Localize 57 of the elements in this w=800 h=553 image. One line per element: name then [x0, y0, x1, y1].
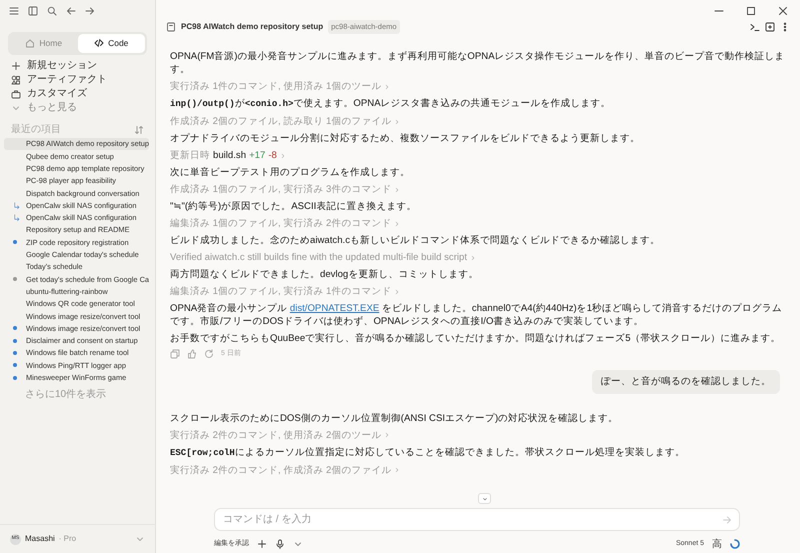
message-text: 次に単音ビープテスト用のプログラムを作成します。	[170, 166, 411, 179]
microphone-icon[interactable]	[275, 539, 285, 549]
chevron-right-icon	[394, 118, 400, 124]
panel-icon[interactable]	[765, 22, 775, 32]
document-icon	[166, 22, 176, 32]
sort-icon[interactable]	[134, 124, 144, 135]
chevron-right-icon	[394, 467, 400, 474]
chevron-right-icon	[384, 84, 390, 90]
chevron-right-icon	[384, 432, 390, 438]
prompt-field[interactable]: コマンドは / を入力	[214, 508, 740, 531]
message-text: ESC[row;colHによるカーソル位置指定に対応していることを確認できました。帯状スクロール処理を実装します。	[170, 446, 686, 460]
message-text: スクロール表示のためにDOS側のカーソル位置制御(ANSI CSIエスケープ)の対応状況を確認します。	[170, 412, 620, 425]
chevron-right-icon	[394, 220, 400, 226]
back-arrow-icon[interactable]	[66, 6, 76, 16]
user-message: ぽー、と音が鳴るのを確認しました。	[592, 370, 780, 394]
chevron-right-icon	[280, 152, 286, 158]
terminal-icon[interactable]	[750, 22, 760, 32]
effort-selector[interactable]: 高	[712, 536, 722, 552]
search-icon[interactable]	[47, 6, 57, 16]
bag-icon	[11, 88, 21, 99]
chevron-right-icon	[470, 254, 476, 260]
progress-icon	[730, 539, 740, 549]
user-name: Masashi	[25, 533, 55, 545]
section-label: 最近の項目	[11, 124, 61, 135]
send-icon	[722, 515, 732, 525]
menu-icon[interactable]	[9, 6, 19, 16]
message-text: inp()/outp()が<conio.h>で使えます。OPNAレジスタ書き込みの共通モジュールを作成します。	[170, 97, 612, 111]
message-text: ビルド成功しました。念のためaiwatch.cも新しいビルドコマンド体系で問題なくビルドできるか確認します。	[170, 234, 661, 247]
conversation-title: PC98 AIWatch demo repository setup	[181, 21, 324, 33]
plan-label: · Pro	[58, 533, 76, 545]
file-link[interactable]: dist/OPNATEST.EXE	[290, 303, 380, 314]
chevron-down-icon	[482, 496, 488, 502]
message-text: オプナドライバのモジュール分割に対応するため、複数ソースファイルをビルドできるよう更新します。	[170, 132, 641, 145]
chevron-right-icon	[394, 288, 400, 294]
plus-icon	[11, 60, 21, 71]
sidebar-toggle-icon[interactable]	[28, 6, 38, 16]
code-icon	[94, 38, 104, 48]
message-text: OPNA(FM音源)の最小発音サンプルに進みます。まず再利用可能なOPNAレジスタ操作モジュールを作り、単音のビープ音で動作検証します。	[170, 50, 786, 76]
thumbs-up-icon[interactable]	[187, 349, 197, 360]
chevron-right-icon	[394, 186, 400, 192]
message-text: "≒"(約等号)が原因でした。ASCII表記に置き換えます。	[170, 200, 418, 213]
message-text: OPNA発音の最小サンプル dist/OPNATEST.EXE をビルドしました。channel0でA4(約440Hz)を1秒ほど鳴らして消音するだけのプログラムです。市販/フリーのDOSドライバは使わず、OPNAレジスタへの直接I/O書き込みのみで実装しています。	[170, 302, 784, 328]
home-icon	[25, 38, 36, 48]
forward-arrow-icon[interactable]	[85, 6, 95, 16]
message-text: 両方問題なくビルドできました。devlogを更新し、コミットします。	[170, 268, 480, 281]
menu-item[interactable]: アーティファクト	[0, 72, 155, 87]
tab[interactable]: Code	[78, 34, 145, 53]
branch-icon	[13, 202, 20, 209]
close-icon[interactable]	[778, 6, 788, 16]
message-text: お手数ですがこちらもQuuBeeで実行し、音が鳴るか確認していただけますか。問題なければフェーズ5（帯状スクロール）に進みます。	[170, 332, 782, 345]
plus-icon[interactable]	[257, 539, 267, 549]
maximize-icon[interactable]	[746, 6, 756, 16]
shapes-icon	[11, 74, 21, 85]
menu-item[interactable]: カスタマイズ	[0, 86, 155, 101]
edit-summary[interactable]: 更新日時 build.sh +17 -8	[170, 149, 792, 162]
menu-item[interactable]: 新規セッション	[0, 58, 155, 73]
branch-icon	[13, 214, 20, 222]
